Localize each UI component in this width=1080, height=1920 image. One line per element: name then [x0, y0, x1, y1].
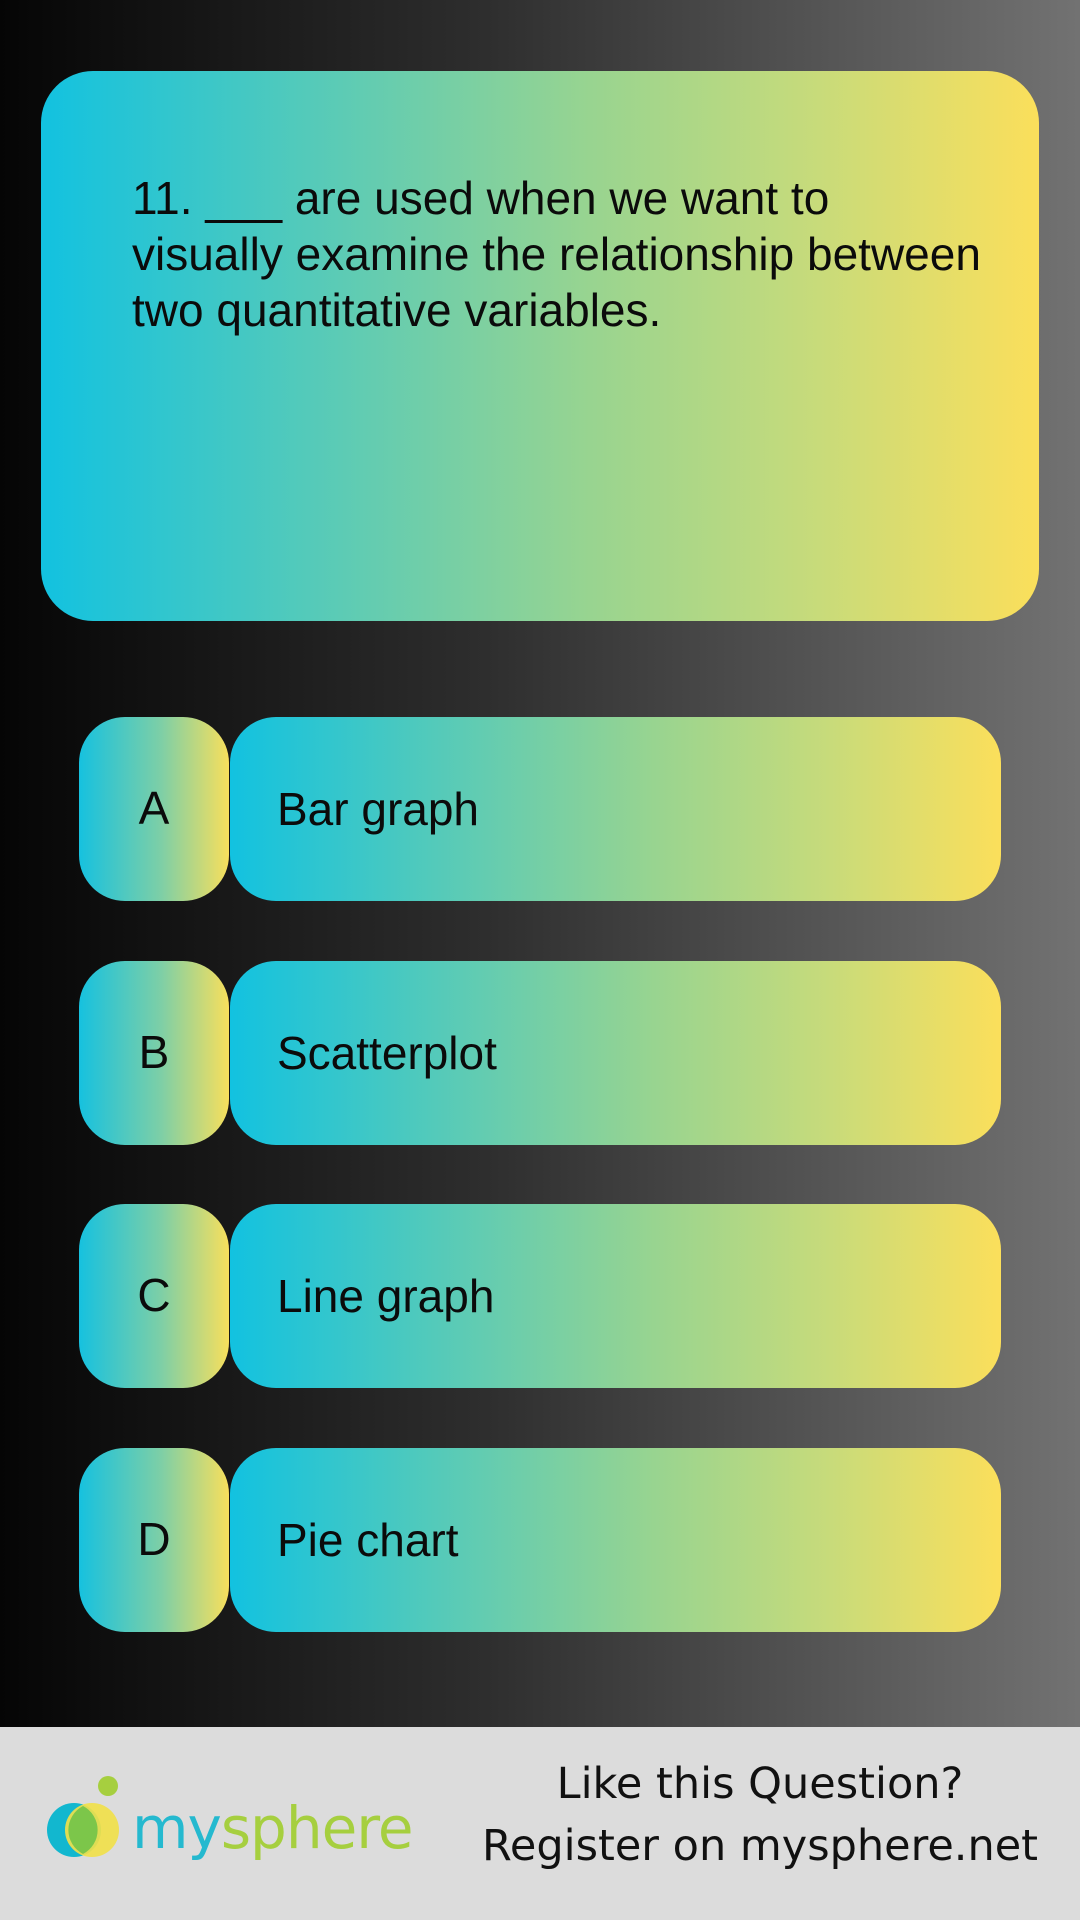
option-letter: B [79, 961, 229, 1145]
option-label: Bar graph [230, 717, 1001, 901]
option-c[interactable]: C Line graph [79, 1204, 1001, 1388]
mysphere-logo[interactable]: mysphere [44, 1769, 424, 1879]
option-b[interactable]: B Scatterplot [79, 961, 1001, 1145]
promo-line-1: Like this Question? [556, 1759, 964, 1809]
option-letter: A [79, 717, 229, 901]
option-a[interactable]: A Bar graph [79, 717, 1001, 901]
option-letter: C [79, 1204, 229, 1388]
question-text: 11. ___ are used when we want to visuall… [132, 172, 981, 336]
option-label: Scatterplot [230, 961, 1001, 1145]
option-d[interactable]: D Pie chart [79, 1448, 1001, 1632]
question-card: 11. ___ are used when we want to visuall… [41, 71, 1039, 621]
promo-line-2[interactable]: Register on mysphere.net [470, 1815, 1050, 1877]
footer: mysphere Like this Question? Register on… [0, 1727, 1080, 1920]
option-label: Pie chart [230, 1448, 1001, 1632]
register-promo: Like this Question? Register on mysphere… [470, 1753, 1050, 1877]
logo-wordmark: mysphere [132, 1794, 414, 1862]
option-label: Line graph [230, 1204, 1001, 1388]
sphere-logo-icon [47, 1776, 119, 1857]
option-letter: D [79, 1448, 229, 1632]
